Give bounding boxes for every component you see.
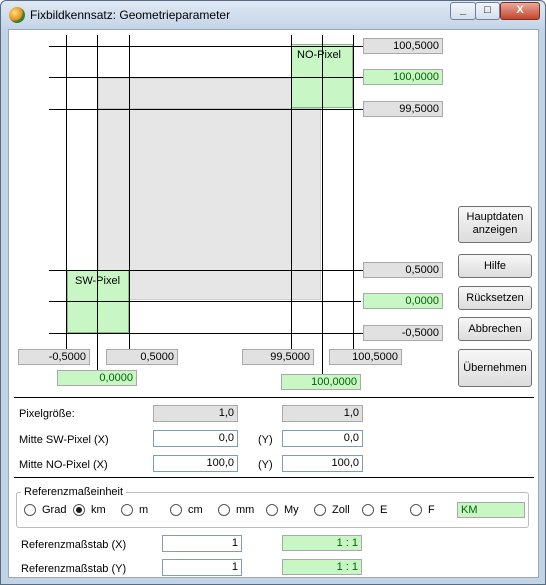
sw-center-y-input[interactable]: 0,0 <box>282 430 363 447</box>
radio-my-label: My <box>284 504 299 516</box>
help-button[interactable]: Hilfe <box>458 254 532 278</box>
no-center-x-input[interactable]: 100,0 <box>153 455 238 472</box>
reset-button[interactable]: Rücksetzen <box>458 286 532 310</box>
image-area <box>98 78 321 300</box>
pixel-size-x-field: 1,0 <box>153 405 238 422</box>
radio-cm[interactable] <box>170 504 182 516</box>
scale-x-label: Referenzmaßstab (X) <box>21 539 127 551</box>
y-bottom-outer-value: -0,5000 <box>363 325 443 341</box>
grid-h-line <box>49 270 361 271</box>
radio-f[interactable] <box>410 504 422 516</box>
radio-e[interactable] <box>362 504 374 516</box>
grid-h-line <box>49 301 361 302</box>
scale-y-label: Referenzmaßstab (Y) <box>21 563 127 575</box>
y-top-center-value: 100,0000 <box>363 69 443 85</box>
pixel-diagram: NO-Pixel SW-Pixel 100,5 <box>9 30 449 390</box>
maximize-icon: □ <box>484 4 491 16</box>
close-icon: X <box>516 4 524 16</box>
minimize-button[interactable]: _ <box>450 2 476 20</box>
radio-mm[interactable] <box>218 504 230 516</box>
grid-h-line <box>49 46 361 47</box>
sw-y-tag: (Y) <box>258 434 273 446</box>
apply-button[interactable]: Übernehmen <box>458 349 532 387</box>
no-pixel-label: NO-Pixel <box>297 49 342 61</box>
hauptdaten-label-line2: anzeigen <box>472 224 518 236</box>
scale-y-ratio: 1 : 1 <box>282 559 362 575</box>
pixel-size-y-field: 1,0 <box>282 405 363 422</box>
sw-center-label: Mitte SW-Pixel (X) <box>19 434 109 446</box>
separator <box>14 477 534 478</box>
sw-center-x-input[interactable]: 0,0 <box>153 430 238 447</box>
minimize-icon: _ <box>459 4 467 16</box>
grid-v-line <box>291 35 292 349</box>
y-top-inner-value: 99,5000 <box>363 101 443 117</box>
title-bar[interactable]: Fixbildkennsatz: Geometrieparameter _ □ … <box>1 1 545 29</box>
dialog-window: Fixbildkennsatz: Geometrieparameter _ □ … <box>0 0 546 585</box>
grid-h-line <box>49 109 361 110</box>
close-button[interactable]: X <box>500 2 540 20</box>
hauptdaten-button[interactable]: Hauptdaten anzeigen <box>458 206 532 243</box>
scale-y-input[interactable]: 1 <box>162 559 242 576</box>
no-center-y-input[interactable]: 100,0 <box>282 455 363 472</box>
x-left-center-value: 0,0000 <box>57 370 137 386</box>
radio-km-label: km <box>91 504 106 516</box>
radio-grad-label: Grad <box>42 504 67 516</box>
radio-e-label: E <box>380 504 388 516</box>
maximize-button[interactable]: □ <box>475 2 500 20</box>
app-globe-icon <box>9 7 25 23</box>
y-bottom-inner-value: 0,5000 <box>363 262 443 278</box>
x-left-outer-value: -0,5000 <box>18 349 90 365</box>
y-top-outer-value: 100,5000 <box>363 38 443 54</box>
connector-line <box>353 109 363 110</box>
cancel-button[interactable]: Abbrechen <box>458 317 532 341</box>
grid-v-line <box>322 35 323 376</box>
radio-km[interactable] <box>73 504 85 516</box>
radio-m-label: m <box>139 504 149 516</box>
pixelgroesse-label: Pixelgröße: <box>19 408 75 420</box>
connector-line <box>353 333 363 334</box>
connector-line <box>353 270 363 271</box>
no-y-tag: (Y) <box>258 459 273 471</box>
x-right-inner-value: 99,5000 <box>242 349 314 365</box>
grid-v-line <box>129 35 130 349</box>
separator <box>14 397 534 398</box>
scale-x-input[interactable]: 1 <box>162 535 242 552</box>
radio-zoll-label: Zoll <box>332 504 350 516</box>
connector-line <box>353 46 363 47</box>
radio-my[interactable] <box>266 504 278 516</box>
hauptdaten-label-line1: Hauptdaten <box>466 211 524 223</box>
radio-cm-label: cm <box>188 504 203 516</box>
x-left-inner-value: 0,5000 <box>106 349 178 365</box>
radio-mm-label: mm <box>236 504 255 516</box>
y-bottom-center-value: 0,0000 <box>363 293 443 309</box>
radio-zoll[interactable] <box>314 504 326 516</box>
unit-groupbox-legend: Referenzmaßeinheit <box>21 486 127 498</box>
no-center-label: Mitte NO-Pixel (X) <box>19 459 108 471</box>
radio-grad[interactable] <box>24 504 36 516</box>
window-title: Fixbildkennsatz: Geometrieparameter <box>30 8 231 22</box>
dialog-client: NO-Pixel SW-Pixel 100,5 <box>8 29 539 578</box>
scale-x-ratio: 1 : 1 <box>282 535 362 551</box>
grid-v-line <box>97 35 98 371</box>
x-right-outer-value: 100,5000 <box>329 349 402 365</box>
radio-f-label: F <box>428 504 435 516</box>
radio-m[interactable] <box>121 504 133 516</box>
grid-v-line <box>66 35 67 349</box>
grid-v-line <box>353 35 354 349</box>
unit-display: KM <box>457 502 525 518</box>
x-right-center-value: 100,0000 <box>281 374 361 390</box>
grid-h-line <box>49 333 361 334</box>
